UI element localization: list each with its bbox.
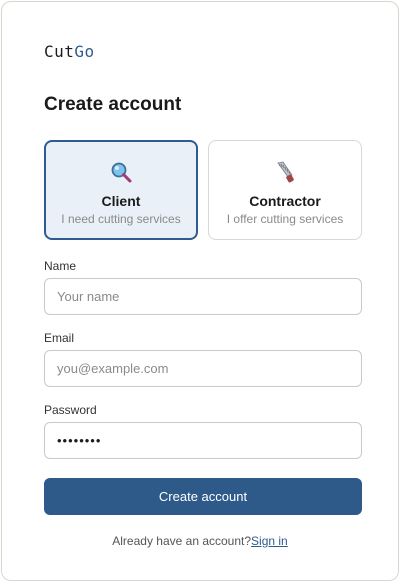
name-field[interactable] bbox=[44, 278, 362, 315]
password-label: Password bbox=[44, 403, 97, 417]
app-logo: CutGo bbox=[44, 42, 95, 62]
name-label: Name bbox=[44, 259, 77, 273]
signup-card: CutGo Create account Client I need cutti… bbox=[1, 1, 399, 581]
signin-prompt: Already have an account?Sign in bbox=[2, 533, 398, 549]
role-name-contractor: Contractor bbox=[249, 193, 321, 209]
page-title: Create account bbox=[44, 94, 182, 115]
password-field[interactable] bbox=[44, 422, 362, 459]
role-option-contractor[interactable]: Contractor I offer cutting services bbox=[208, 140, 362, 240]
logo-text-cut: Cut bbox=[44, 42, 75, 61]
logo-text-go: Go bbox=[74, 42, 95, 61]
email-field[interactable] bbox=[44, 350, 362, 387]
signin-prompt-text: Already have an account? bbox=[112, 534, 252, 548]
magnifier-icon bbox=[111, 162, 132, 183]
saw-icon bbox=[277, 161, 294, 183]
email-label: Email bbox=[44, 331, 75, 345]
role-description-contractor: I offer cutting services bbox=[226, 212, 344, 226]
role-option-client[interactable]: Client I need cutting services bbox=[44, 140, 198, 240]
create-account-button[interactable]: Create account bbox=[44, 478, 362, 515]
signin-link[interactable]: Sign in bbox=[251, 534, 288, 548]
role-name-client: Client bbox=[101, 193, 141, 209]
role-description-client: I need cutting services bbox=[61, 212, 181, 226]
